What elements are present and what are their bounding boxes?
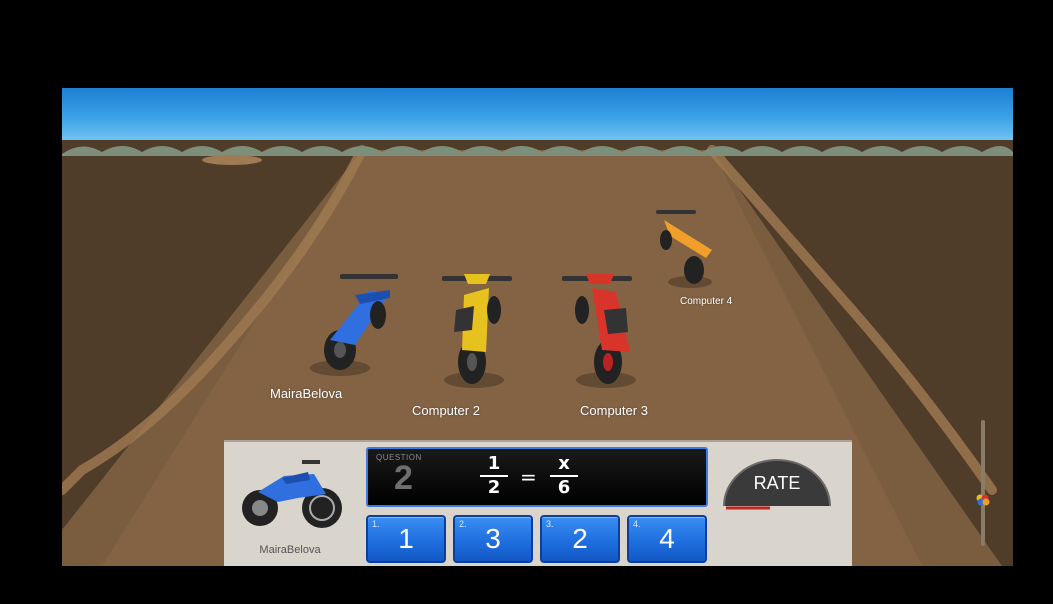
left-denominator: 2 [487,477,501,498]
left-fraction: 1 2 [480,453,508,499]
bike-computer-4 [656,210,712,288]
answer-button-2[interactable]: 2. 3 [453,515,533,563]
equation: 1 2 = x 6 [480,453,620,503]
racer-label-computer-3: Computer 3 [580,403,648,418]
racer-label-computer-2: Computer 2 [412,403,480,418]
racer-label-computer-4: Computer 4 [680,296,733,307]
racer-label-mairabelova: MairaBelova [270,386,343,401]
question-panel: MairaBelova QUESTION 2 1 2 = x 6 1. 1 2. [224,440,852,566]
player-bike-icon [242,460,342,528]
right-denominator: 6 [557,477,571,498]
rate-gauge-icon: RATE [723,459,831,510]
bike-mairabelova [310,274,398,376]
marker-computer-4 [982,498,990,506]
right-fraction: x 6 [550,453,578,499]
race-scene: MairaBelova Computer 2 Computer 3 Comput… [62,88,1013,566]
slider-track [976,420,990,546]
player-name: MairaBelova [259,544,321,556]
answer-value: 3 [485,523,501,554]
answer-button-1[interactable]: 1. 1 [366,515,446,563]
answer-button-4[interactable]: 4. 4 [627,515,707,563]
answer-value: 2 [572,523,588,554]
bike-computer-2 [442,274,512,388]
player-card: MairaBelova [224,442,356,566]
left-numerator: 1 [480,453,508,477]
rate-gauge-button[interactable]: RATE [722,456,832,512]
answer-value: 1 [398,523,414,554]
bike-computer-3 [562,274,636,388]
answer-value: 4 [659,523,675,554]
rate-label: RATE [754,473,801,493]
question-box: QUESTION 2 1 2 = x 6 [366,447,708,507]
right-numerator: x [550,453,578,477]
progress-slider[interactable] [976,420,990,546]
answer-button-3[interactable]: 3. 2 [540,515,620,563]
question-number: 2 [394,459,413,497]
equals-sign: = [520,465,537,489]
